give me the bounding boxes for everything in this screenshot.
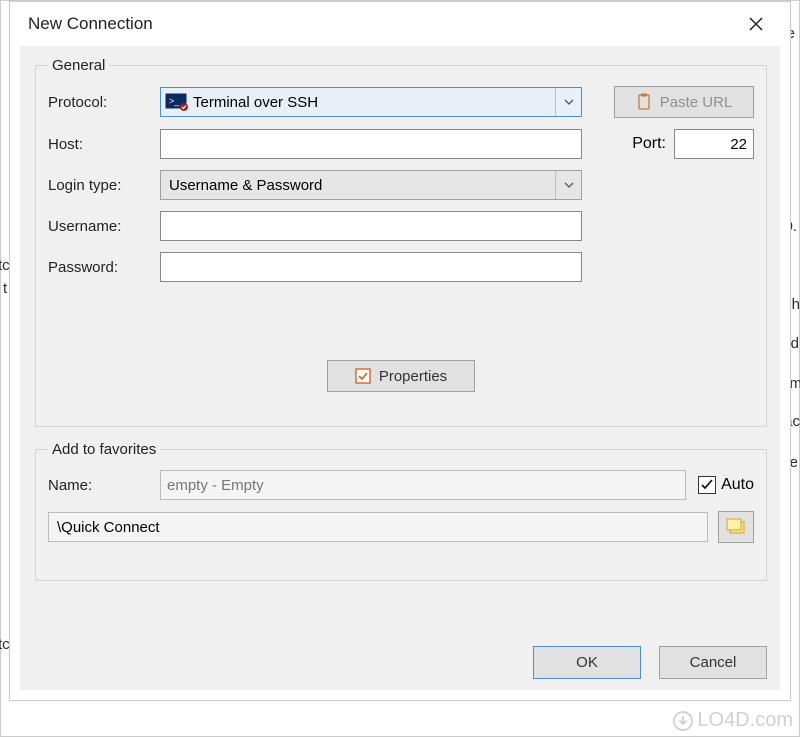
- bg-text: t: [3, 280, 7, 297]
- host-label: Host:: [48, 136, 160, 153]
- port-input[interactable]: [674, 129, 754, 159]
- folder-icon: [726, 518, 746, 536]
- username-label: Username:: [48, 218, 160, 235]
- host-input[interactable]: [160, 129, 582, 159]
- bg-text: d: [791, 335, 799, 352]
- download-icon: [673, 711, 693, 731]
- port-label: Port:: [632, 135, 666, 153]
- close-icon: [749, 17, 763, 31]
- login-type-value: Username & Password: [161, 177, 555, 194]
- path-input[interactable]: [48, 512, 708, 542]
- watermark: LO4D.com: [673, 709, 793, 732]
- auto-label: Auto: [721, 476, 754, 494]
- terminal-icon: >_: [165, 93, 189, 111]
- favorites-group: Add to favorites Name: Auto: [35, 441, 767, 581]
- properties-label: Properties: [379, 368, 447, 385]
- clipboard-icon: [636, 93, 652, 111]
- browse-folder-button[interactable]: [718, 511, 754, 543]
- new-connection-dialog: New Connection General Protocol: >_ Term…: [9, 1, 791, 701]
- titlebar: New Connection: [10, 2, 790, 46]
- properties-button[interactable]: Properties: [327, 360, 475, 392]
- paste-url-label: Paste URL: [660, 94, 733, 111]
- ok-label: OK: [576, 654, 598, 671]
- favorites-legend: Add to favorites: [48, 441, 160, 458]
- svg-text:>_: >_: [169, 96, 180, 106]
- ok-button[interactable]: OK: [533, 646, 641, 679]
- password-input[interactable]: [160, 252, 582, 282]
- protocol-value: Terminal over SSH: [189, 94, 555, 111]
- checkbox-icon: [698, 476, 716, 494]
- paste-url-button[interactable]: Paste URL: [614, 86, 754, 118]
- close-button[interactable]: [736, 9, 776, 39]
- name-label: Name:: [48, 477, 160, 494]
- dialog-title: New Connection: [28, 14, 153, 34]
- protocol-select[interactable]: >_ Terminal over SSH: [160, 87, 582, 117]
- protocol-label: Protocol:: [48, 94, 160, 111]
- auto-checkbox[interactable]: Auto: [698, 476, 754, 494]
- general-legend: General: [48, 57, 109, 74]
- name-input: [160, 470, 686, 500]
- chevron-down-icon: [555, 88, 581, 116]
- login-type-label: Login type:: [48, 177, 160, 194]
- bg-text: m: [790, 375, 800, 392]
- general-group: General Protocol: >_ Terminal over SSH: [35, 57, 767, 427]
- cancel-label: Cancel: [690, 654, 737, 671]
- chevron-down-icon: [555, 171, 581, 199]
- properties-icon: [355, 368, 371, 384]
- cancel-button[interactable]: Cancel: [659, 646, 767, 679]
- login-type-select[interactable]: Username & Password: [160, 170, 582, 200]
- username-input[interactable]: [160, 211, 582, 241]
- password-label: Password:: [48, 259, 160, 276]
- dialog-body: General Protocol: >_ Terminal over SSH: [20, 46, 780, 690]
